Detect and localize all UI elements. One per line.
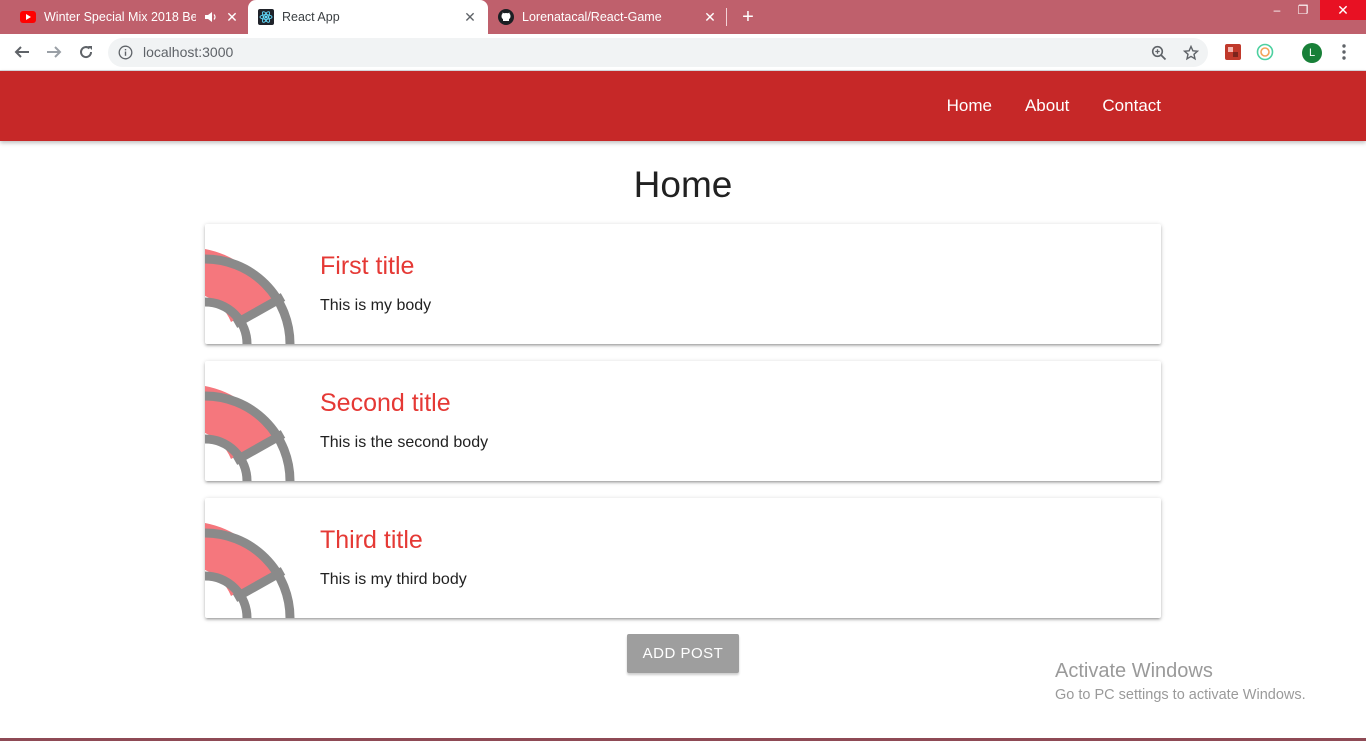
page-title: Home (633, 164, 733, 205)
tab-title: Lorenatacal/React-Game (522, 10, 662, 24)
browser-toolbar: localhost:3000 L (0, 34, 1366, 71)
url-text: localhost:3000 (143, 44, 234, 60)
restore-icon[interactable]: ❐ (1290, 0, 1316, 20)
post-card[interactable]: Third title This is my third body (205, 498, 1161, 618)
extension-icon[interactable] (1224, 43, 1242, 61)
close-tab-icon[interactable]: ✕ (702, 9, 718, 25)
tab-title: Winter Special Mix 2018 Best (44, 10, 196, 24)
nav-link-home[interactable]: Home (947, 96, 992, 116)
nav-links: Home About Contact (914, 71, 1161, 141)
window-close-icon[interactable]: ✕ (1320, 0, 1366, 20)
minimize-icon[interactable]: – (1264, 0, 1290, 20)
site-info-icon[interactable] (118, 45, 133, 60)
app-navbar: Home About Contact (0, 71, 1366, 141)
address-bar[interactable]: localhost:3000 (108, 38, 1208, 67)
tab-separator (726, 8, 727, 26)
reload-icon[interactable] (74, 40, 98, 64)
back-icon[interactable] (10, 40, 34, 64)
zoom-icon[interactable] (1149, 43, 1169, 63)
github-icon (498, 9, 514, 25)
post-body: This is my third body (320, 571, 467, 588)
extension-icon[interactable] (1256, 43, 1274, 61)
browser-tab-strip: Winter Special Mix 2018 Best ✕ React App… (0, 0, 1366, 34)
add-post-button[interactable]: ADD POST (627, 634, 739, 673)
post-title: First title (320, 252, 415, 280)
close-tab-icon[interactable]: ✕ (462, 9, 478, 25)
youtube-icon (20, 9, 36, 25)
tab-github[interactable]: Lorenatacal/React-Game ✕ (488, 0, 726, 34)
tab-youtube[interactable]: Winter Special Mix 2018 Best ✕ (0, 0, 248, 34)
windows-activation-watermark: Activate Windows Go to PC settings to ac… (1055, 660, 1306, 703)
pokeball-icon (205, 249, 295, 344)
post-title: Third title (320, 526, 423, 554)
nav-link-about[interactable]: About (1025, 96, 1069, 116)
forward-icon[interactable] (42, 40, 66, 64)
nav-link-contact[interactable]: Contact (1102, 96, 1161, 116)
new-tab-icon[interactable]: + (737, 7, 759, 27)
speaker-icon[interactable] (204, 9, 218, 25)
react-icon (258, 9, 274, 25)
pokeball-icon (205, 523, 295, 618)
watermark-title: Activate Windows (1055, 660, 1213, 682)
profile-avatar[interactable]: L (1302, 43, 1322, 63)
post-body: This is the second body (320, 434, 489, 451)
post-card[interactable]: Second title This is the second body (205, 361, 1161, 481)
tab-react-app[interactable]: React App ✕ (248, 0, 488, 34)
post-card[interactable]: First title This is my body (205, 224, 1161, 344)
close-tab-icon[interactable]: ✕ (224, 9, 240, 25)
more-menu-icon[interactable] (1336, 42, 1352, 62)
bookmark-star-icon[interactable] (1181, 43, 1201, 63)
tab-title: React App (282, 10, 340, 24)
pokeball-icon (205, 386, 295, 481)
watermark-subtitle: Go to PC settings to activate Windows. (1055, 687, 1306, 703)
post-body: This is my body (320, 297, 432, 314)
post-title: Second title (320, 389, 451, 417)
